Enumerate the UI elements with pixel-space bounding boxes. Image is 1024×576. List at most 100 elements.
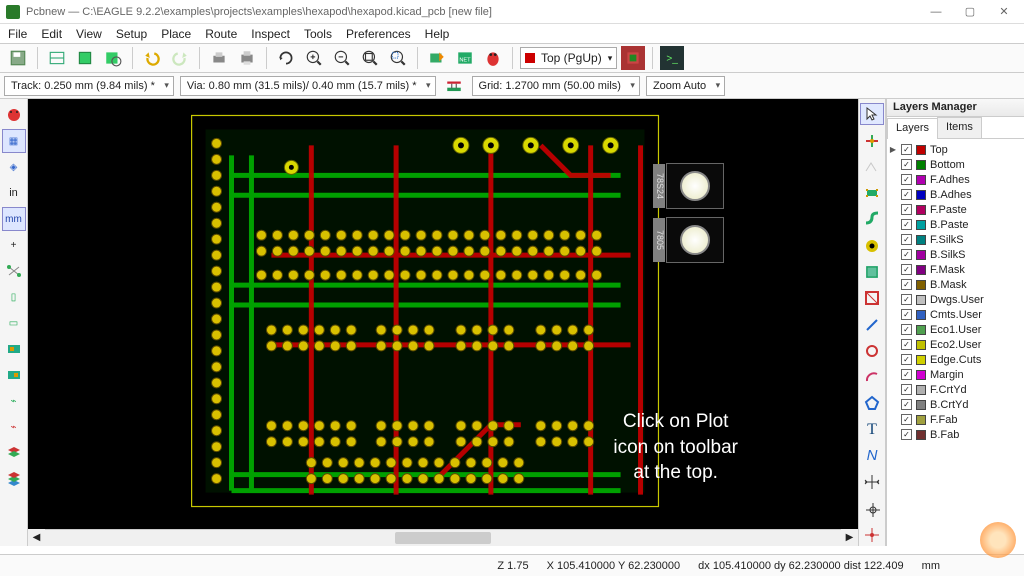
layer-visibility-checkbox[interactable]: ✓ bbox=[901, 399, 912, 410]
layer-list[interactable]: ▶✓Top✓Bottom✓F.Adhes✓B.Adhes✓F.Paste✓B.P… bbox=[887, 139, 1024, 546]
layer-color-swatch[interactable] bbox=[916, 160, 926, 170]
layer-row[interactable]: ✓B.Adhes bbox=[889, 187, 1022, 202]
ratsnest-toggle-button[interactable] bbox=[2, 259, 26, 283]
layer-color-swatch[interactable] bbox=[916, 145, 926, 155]
grid-select[interactable]: Grid: 1.2700 mm (50.00 mils) bbox=[472, 76, 640, 96]
layer-visibility-checkbox[interactable]: ✓ bbox=[901, 189, 912, 200]
menu-tools[interactable]: Tools bbox=[304, 27, 332, 41]
layer-row[interactable]: ✓B.Mask bbox=[889, 277, 1022, 292]
grid-origin-button[interactable] bbox=[860, 524, 884, 546]
layer-visibility-checkbox[interactable]: ✓ bbox=[901, 384, 912, 395]
footprint-editor-button[interactable] bbox=[73, 46, 97, 70]
scripting-button[interactable]: >_ bbox=[660, 46, 684, 70]
menu-edit[interactable]: Edit bbox=[41, 27, 62, 41]
menu-place[interactable]: Place bbox=[161, 27, 191, 41]
show-ratsnest-button[interactable] bbox=[2, 103, 26, 127]
netlist-button[interactable]: NET bbox=[453, 46, 477, 70]
layer-row[interactable]: ✓Cmts.User bbox=[889, 307, 1022, 322]
highlight-net-button[interactable] bbox=[860, 129, 884, 151]
layer-row[interactable]: ✓F.Fab bbox=[889, 412, 1022, 427]
microwave-toolbar-button[interactable] bbox=[2, 467, 26, 491]
layer-color-swatch[interactable] bbox=[916, 370, 926, 380]
draw-polygon-button[interactable] bbox=[860, 392, 884, 414]
layer-visibility-checkbox[interactable]: ✓ bbox=[901, 159, 912, 170]
pad-fill-button[interactable] bbox=[2, 337, 26, 361]
layer-visibility-checkbox[interactable]: ✓ bbox=[901, 204, 912, 215]
layer-row[interactable]: ✓Dwgs.User bbox=[889, 292, 1022, 307]
layer-row[interactable]: ✓F.Mask bbox=[889, 262, 1022, 277]
polar-coords-button[interactable]: ◈ bbox=[2, 155, 26, 179]
menu-file[interactable]: File bbox=[8, 27, 27, 41]
layer-row[interactable]: ✓Eco2.User bbox=[889, 337, 1022, 352]
show-grid-button[interactable]: ▦ bbox=[2, 129, 26, 153]
toggle-zones-outline-button[interactable]: ▭ bbox=[2, 311, 26, 335]
scroll-left-icon[interactable]: ◀ bbox=[28, 532, 45, 543]
layer-color-swatch[interactable] bbox=[916, 250, 926, 260]
add-zone-button[interactable] bbox=[860, 261, 884, 283]
zoom-selection-button[interactable] bbox=[386, 46, 410, 70]
zoom-fit-button[interactable] bbox=[358, 46, 382, 70]
tab-layers[interactable]: Layers bbox=[887, 118, 938, 139]
layer-pair-button[interactable] bbox=[621, 46, 645, 70]
layer-color-swatch[interactable] bbox=[916, 175, 926, 185]
track-width-select[interactable]: Track: 0.250 mm (9.84 mils) * bbox=[4, 76, 174, 96]
layer-visibility-checkbox[interactable]: ✓ bbox=[901, 339, 912, 350]
plot-button[interactable] bbox=[235, 46, 259, 70]
save-button[interactable] bbox=[6, 46, 30, 70]
layer-visibility-checkbox[interactable]: ✓ bbox=[901, 219, 912, 230]
scroll-track[interactable] bbox=[45, 529, 841, 546]
layer-row[interactable]: ✓F.SilkS bbox=[889, 232, 1022, 247]
layer-color-swatch[interactable] bbox=[916, 205, 926, 215]
menu-help[interactable]: Help bbox=[425, 27, 450, 41]
add-text-button[interactable]: T bbox=[860, 419, 884, 441]
auto-track-width-button[interactable] bbox=[442, 74, 466, 98]
redo-button[interactable] bbox=[168, 46, 192, 70]
layer-visibility-checkbox[interactable]: ✓ bbox=[901, 264, 912, 275]
layer-color-swatch[interactable] bbox=[916, 190, 926, 200]
via-size-select[interactable]: Via: 0.80 mm (31.5 mils)/ 0.40 mm (15.7 … bbox=[180, 76, 436, 96]
layer-color-swatch[interactable] bbox=[916, 340, 926, 350]
drc-button[interactable] bbox=[481, 46, 505, 70]
print-button[interactable] bbox=[207, 46, 231, 70]
delete-button[interactable] bbox=[860, 497, 884, 519]
menu-preferences[interactable]: Preferences bbox=[346, 27, 411, 41]
menu-route[interactable]: Route bbox=[205, 27, 237, 41]
layer-row[interactable]: ✓B.SilkS bbox=[889, 247, 1022, 262]
toggle-zones-button[interactable]: ▯ bbox=[2, 285, 26, 309]
layer-visibility-checkbox[interactable]: ✓ bbox=[901, 429, 912, 440]
layer-row[interactable]: ✓B.CrtYd bbox=[889, 397, 1022, 412]
layer-visibility-checkbox[interactable]: ✓ bbox=[901, 414, 912, 425]
layer-color-swatch[interactable] bbox=[916, 400, 926, 410]
zoom-out-button[interactable] bbox=[330, 46, 354, 70]
layer-color-swatch[interactable] bbox=[916, 310, 926, 320]
layer-row[interactable]: ✓Eco1.User bbox=[889, 322, 1022, 337]
layer-visibility-checkbox[interactable]: ✓ bbox=[901, 294, 912, 305]
layer-color-swatch[interactable] bbox=[916, 415, 926, 425]
place-target-button[interactable] bbox=[860, 471, 884, 493]
high-contrast-button[interactable]: ⌁ bbox=[2, 415, 26, 439]
layer-visibility-checkbox[interactable]: ✓ bbox=[901, 369, 912, 380]
menu-inspect[interactable]: Inspect bbox=[251, 27, 290, 41]
add-via-button[interactable] bbox=[860, 235, 884, 257]
scroll-right-icon[interactable]: ▶ bbox=[841, 532, 858, 543]
active-layer-select[interactable]: Top (PgUp) ▾ bbox=[520, 47, 617, 69]
via-fill-button[interactable] bbox=[2, 363, 26, 387]
pcb-canvas[interactable]: 78S24 7805 Click on Plot icon on toolbar… bbox=[28, 99, 858, 529]
layer-visibility-checkbox[interactable]: ✓ bbox=[901, 144, 912, 155]
footprint-viewer-button[interactable] bbox=[101, 46, 125, 70]
board-setup-button[interactable] bbox=[45, 46, 69, 70]
layer-visibility-checkbox[interactable]: ✓ bbox=[901, 249, 912, 260]
menu-view[interactable]: View bbox=[76, 27, 102, 41]
local-ratsnest-button[interactable] bbox=[860, 156, 884, 178]
close-button[interactable]: ✕ bbox=[990, 2, 1018, 22]
add-footprint-button[interactable] bbox=[860, 182, 884, 204]
layer-row[interactable]: ✓Edge.Cuts bbox=[889, 352, 1022, 367]
layer-color-swatch[interactable] bbox=[916, 235, 926, 245]
select-tool-button[interactable] bbox=[860, 103, 884, 125]
units-in-button[interactable]: in bbox=[2, 181, 26, 205]
add-dimension-button[interactable]: N bbox=[860, 445, 884, 467]
layer-row[interactable]: ✓Bottom bbox=[889, 157, 1022, 172]
layer-visibility-checkbox[interactable]: ✓ bbox=[901, 174, 912, 185]
layer-color-swatch[interactable] bbox=[916, 220, 926, 230]
add-keepout-button[interactable] bbox=[860, 287, 884, 309]
